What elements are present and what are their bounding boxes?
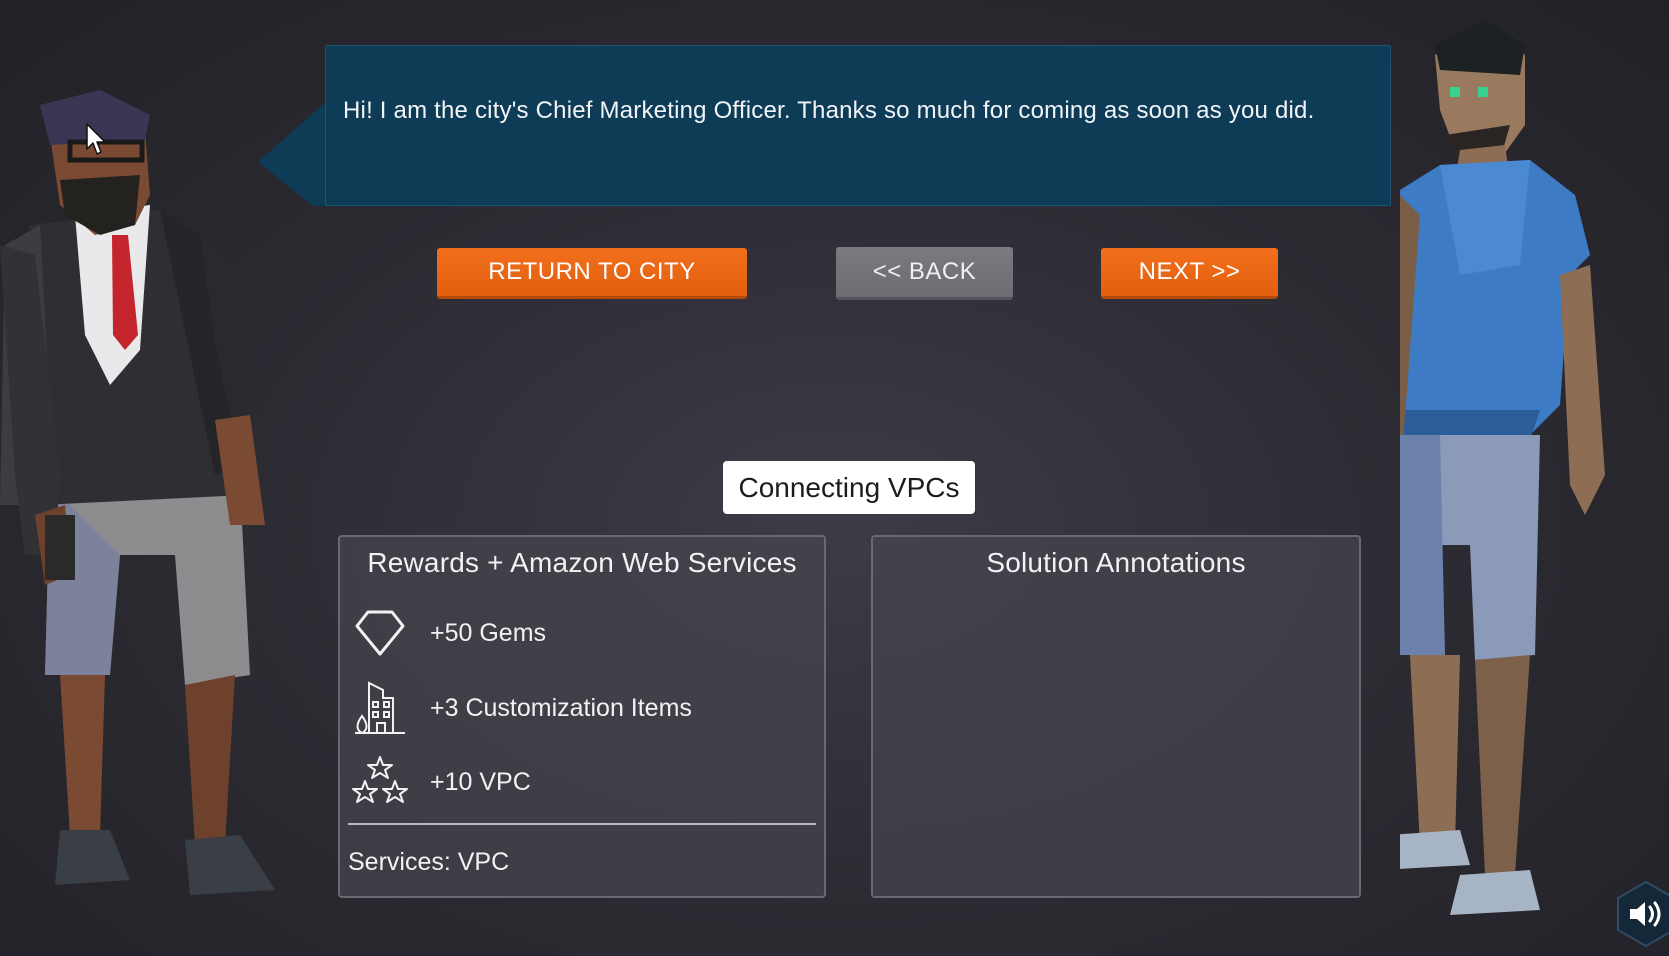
sound-toggle-button[interactable] (1616, 880, 1669, 948)
rewards-divider (348, 823, 816, 825)
annotations-panel-title: Solution Annotations (986, 547, 1246, 578)
reward-item-vpc: +10 VPC (350, 752, 531, 812)
reward-item-customization: +3 Customization Items (350, 678, 692, 738)
speech-bubble-tail (258, 100, 328, 206)
rewards-panel: Rewards + Amazon Web Services +50 Gems +… (338, 535, 826, 898)
reward-label-gems: +50 Gems (430, 618, 547, 647)
next-button[interactable]: NEXT >> (1101, 248, 1278, 299)
building-icon (350, 678, 410, 738)
return-to-city-button[interactable]: RETURN TO CITY (437, 248, 747, 299)
reward-item-gems: +50 Gems (350, 603, 546, 663)
rewards-panel-title: Rewards + Amazon Web Services (367, 547, 797, 578)
level-title: Connecting VPCs (723, 461, 975, 514)
solution-annotations-panel: Solution Annotations (871, 535, 1361, 898)
mouse-pointer-icon (86, 123, 108, 157)
speaker-volume-icon (1617, 880, 1669, 948)
game-screen: Hi! I am the city's Chief Marketing Offi… (0, 0, 1669, 956)
reward-label-vpc: +10 VPC (430, 767, 531, 796)
dialogue-bubble: Hi! I am the city's Chief Marketing Offi… (325, 45, 1391, 206)
dialogue-text: Hi! I am the city's Chief Marketing Offi… (343, 97, 1315, 124)
cmo-character (0, 85, 330, 955)
diamond-gem-icon (350, 603, 410, 663)
stars-icon (350, 752, 410, 812)
reward-label-customization: +3 Customization Items (430, 693, 692, 722)
citizen-character (1400, 15, 1669, 955)
services-text: Services: VPC (348, 848, 510, 876)
back-button[interactable]: << BACK (836, 247, 1013, 300)
